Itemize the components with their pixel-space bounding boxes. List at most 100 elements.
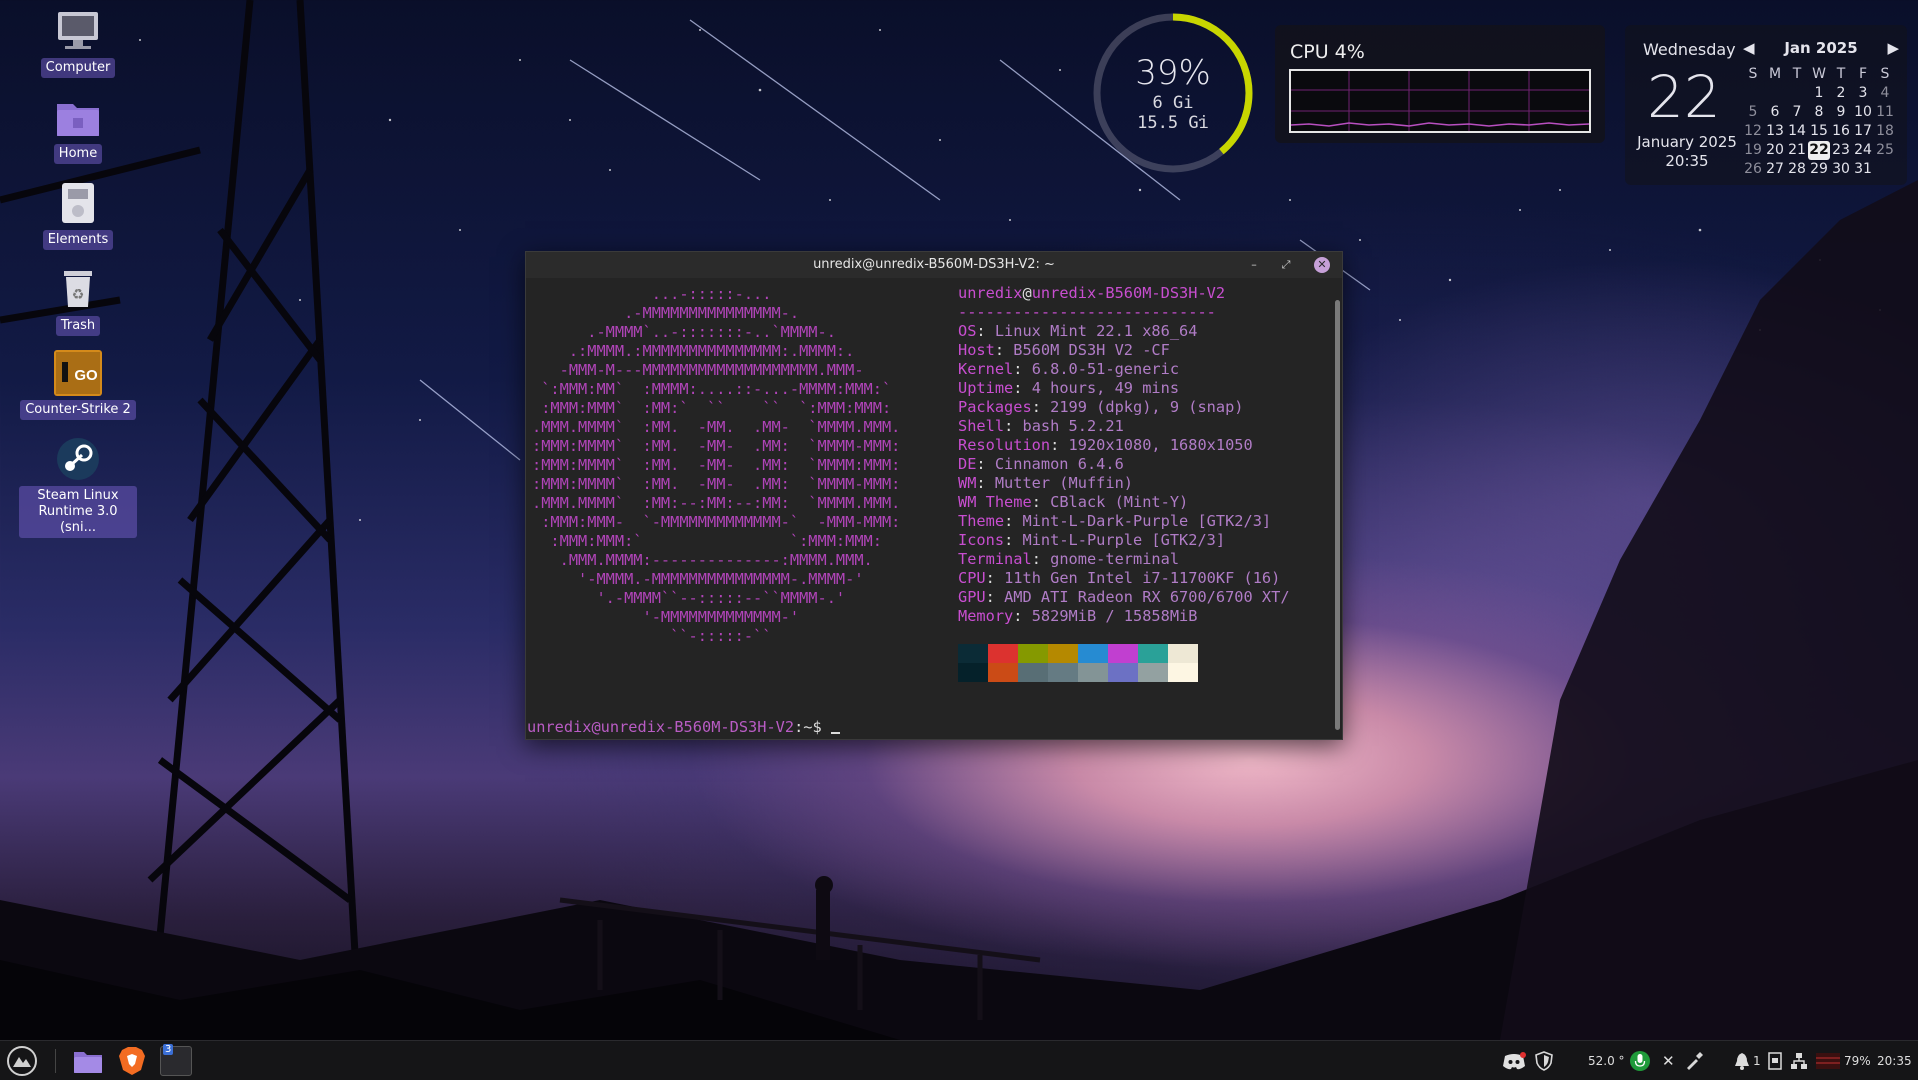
menu-button[interactable]	[2, 1041, 42, 1080]
info-row: WM Theme: CBlack (Mint-Y)	[958, 493, 1189, 511]
maximize-button[interactable]: ⤢	[1278, 257, 1294, 273]
calendar-day-cell[interactable]: 31	[1852, 160, 1874, 179]
security-tray[interactable]	[1535, 1041, 1553, 1080]
home-folder-icon	[52, 94, 104, 140]
calendar-day-cell[interactable]: 27	[1764, 160, 1786, 179]
calendar-day-cell[interactable]: 29	[1808, 160, 1830, 179]
calendar-day-cell[interactable]: 19	[1742, 141, 1764, 160]
calendar-day-cell[interactable]: 24	[1852, 141, 1874, 160]
terminal-output[interactable]: ...-:::::-... .-MMMMMMMMMMMMMMM-. .-MMMM…	[526, 278, 1332, 739]
shell-prompt[interactable]: unredix@unredix-B560M-DS3H-V2:~$	[527, 718, 840, 737]
calendar-next-icon[interactable]: ▶	[1887, 39, 1899, 57]
desktop-icon-label: Trash	[55, 316, 101, 336]
memory-widget: 39% 6 Gi 15.5 Gi	[1088, 8, 1258, 178]
window-title: unredix@unredix-B560M-DS3H-V2: ~	[813, 257, 1055, 272]
info-row: OS: Linux Mint 22.1 x86_64	[958, 322, 1198, 340]
desktop-icon-elements[interactable]: Elements	[20, 180, 136, 250]
discord-tray[interactable]	[1502, 1041, 1526, 1080]
calendar-day-cell[interactable]: 2	[1830, 84, 1852, 103]
info-row: Kernel: 6.8.0-51-generic	[958, 360, 1180, 378]
color-swatch	[988, 663, 1018, 682]
calendar-day-cell[interactable]: 12	[1742, 122, 1764, 141]
calendar-day-cell[interactable]: 23	[1830, 141, 1852, 160]
info-key: OS	[958, 322, 977, 340]
info-value: Linux Mint 22.1 x86_64	[994, 322, 1198, 340]
info-value: 11th Gen Intel i7-11700KF (16)	[1004, 569, 1281, 587]
color-swatch	[1048, 663, 1078, 682]
info-row: WM: Mutter (Muffin)	[958, 474, 1133, 492]
calendar-weekday-header: F	[1858, 66, 1868, 82]
taskbar-app-terminal[interactable]: 3	[156, 1041, 196, 1080]
calendar-weekday-header: W	[1812, 66, 1826, 82]
calendar-prev-icon[interactable]: ◀	[1743, 39, 1755, 57]
info-row: Theme: Mint-L-Dark-Purple [GTK2/3]	[958, 512, 1272, 530]
calendar-day-cell[interactable]: 16	[1830, 122, 1852, 141]
info-value: AMD ATI Radeon RX 6700/6700 XT/	[1004, 588, 1290, 606]
color-picker-tray[interactable]	[1684, 1041, 1704, 1080]
calendar-day-cell[interactable]: 7	[1786, 103, 1808, 122]
calendar-day-cell[interactable]: 18	[1874, 122, 1896, 141]
microphone-icon	[1630, 1050, 1650, 1071]
desktop-icon-steam-runtime[interactable]: Steam Linux Runtime 3.0 (sni...	[19, 436, 137, 538]
workspace-tray[interactable]	[1768, 1041, 1782, 1080]
calendar-day-cell[interactable]: 15	[1808, 122, 1830, 141]
info-key: GPU	[958, 588, 986, 606]
desktop-icon-home[interactable]: Home	[20, 94, 136, 164]
info-at: @	[1022, 284, 1032, 302]
calendar-day-cell[interactable]: 8	[1808, 103, 1830, 122]
desktop-icon-trash[interactable]: ♻ Trash	[20, 266, 136, 336]
taskbar-app-files[interactable]	[68, 1041, 108, 1080]
info-row: CPU: 11th Gen Intel i7-11700KF (16)	[958, 569, 1281, 587]
color-swatch	[1138, 663, 1168, 682]
calendar-day-cell[interactable]: 10	[1852, 103, 1874, 122]
ascii-logo-line: '-MMMMMMMMMMMMM-'	[532, 608, 800, 626]
calendar-day-cell[interactable]: 3	[1852, 84, 1874, 103]
calendar-day-cell[interactable]: 26	[1742, 160, 1764, 179]
memory-percent: 39%	[1135, 53, 1211, 93]
ascii-logo-line: .-MMMMMMMMMMMMMMM-.	[532, 304, 800, 322]
desktop-icon-computer[interactable]: Computer	[20, 8, 136, 78]
info-key: DE	[958, 455, 977, 473]
notifications-tray[interactable]: 1	[1734, 1041, 1761, 1080]
info-key: Uptime	[958, 379, 1014, 397]
battery-graph-icon	[1816, 1052, 1840, 1069]
calendar-day-cell[interactable]: 20	[1764, 141, 1786, 160]
svg-text:GO: GO	[74, 367, 98, 384]
microphone-tray[interactable]	[1630, 1041, 1650, 1080]
calendar-day-cell[interactable]: 21	[1786, 141, 1808, 160]
calendar-day-cell[interactable]: 4	[1874, 84, 1896, 103]
terminal-window[interactable]: unredix@unredix-B560M-DS3H-V2: ~ – ⤢ ✕ .…	[525, 251, 1343, 740]
calendar-day-cell[interactable]: 13	[1764, 122, 1786, 141]
calendar-day-cell[interactable]: 17	[1852, 122, 1874, 141]
calendar-day-cell[interactable]: 6	[1764, 103, 1786, 122]
terminal-scrollbar[interactable]	[1335, 300, 1340, 730]
calendar-day-cell[interactable]: 14	[1786, 122, 1808, 141]
desktop-icon-counter-strike-2[interactable]: GO Counter-Strike 2	[20, 350, 136, 420]
ascii-logo-line: ...-:::::-...	[532, 285, 772, 303]
calendar-weekday-header: S	[1880, 66, 1890, 82]
info-user: unredix	[958, 284, 1023, 302]
x-icon[interactable]: ✕	[1662, 1041, 1675, 1080]
calendar-day-cell[interactable]: 22	[1808, 141, 1830, 160]
color-swatch	[958, 644, 988, 663]
terminal-titlebar[interactable]: unredix@unredix-B560M-DS3H-V2: ~ – ⤢ ✕	[526, 252, 1342, 278]
calendar-day-cell[interactable]: 9	[1830, 103, 1852, 122]
calendar-day-cell[interactable]: 1	[1808, 84, 1830, 103]
calendar-day-cell[interactable]: 25	[1874, 141, 1896, 160]
bell-icon	[1735, 1052, 1749, 1070]
close-button[interactable]: ✕	[1314, 257, 1330, 273]
network-tray[interactable]	[1790, 1041, 1808, 1080]
taskbar-app-brave[interactable]	[112, 1041, 152, 1080]
battery-tray[interactable]: 79%	[1816, 1041, 1871, 1080]
calendar-day-cell[interactable]: 28	[1786, 160, 1808, 179]
color-swatch	[1078, 644, 1108, 663]
calendar-day-cell[interactable]: 11	[1874, 103, 1896, 122]
minimize-button[interactable]: –	[1246, 257, 1262, 273]
calendar-day-cell[interactable]: 30	[1830, 160, 1852, 179]
window-icon	[1768, 1051, 1782, 1070]
calendar-weekday-header: T	[1836, 66, 1846, 82]
calendar-day-cell[interactable]: 5	[1742, 103, 1764, 122]
shield-icon	[1535, 1050, 1553, 1071]
memory-total: 15.5 Gi	[1137, 113, 1209, 133]
taskbar-clock[interactable]: 20:35	[1877, 1041, 1912, 1080]
